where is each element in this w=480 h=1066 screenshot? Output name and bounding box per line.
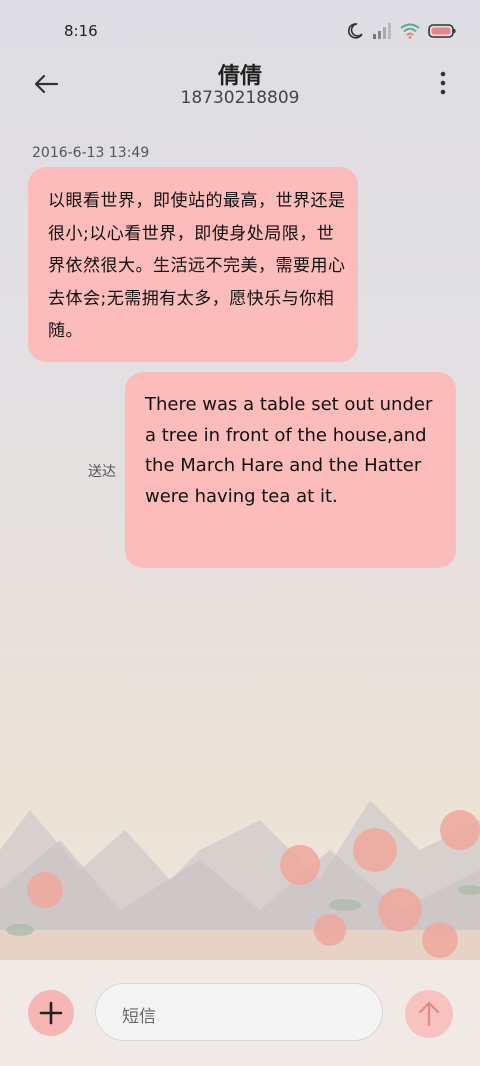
wifi-icon xyxy=(400,23,420,39)
contact-name: 倩倩 xyxy=(217,64,262,89)
send-button[interactable] xyxy=(405,990,453,1038)
wallpaper-scenery xyxy=(0,800,480,960)
conversation-header: 倩倩 18730218809 xyxy=(0,56,480,120)
message-timestamp: 2016-6-13 13:49 xyxy=(32,145,150,161)
outgoing-message-text: There was a table set out under a tree i… xyxy=(145,394,433,507)
contact-number: 18730218809 xyxy=(180,88,300,108)
delivery-status: 送达 xyxy=(88,464,116,480)
arrow-up-icon xyxy=(418,1001,440,1027)
add-attachment-button[interactable] xyxy=(28,990,74,1036)
status-bar: 8:16 xyxy=(0,0,480,62)
battery-icon xyxy=(428,24,456,38)
signal-icon xyxy=(373,23,391,39)
incoming-message-bubble[interactable]: 以眼看世界，即使站的最高，世界还是很小;以心看世界，即使身处局限，世界依然很大。… xyxy=(28,167,358,362)
plus-icon xyxy=(39,1001,63,1025)
incoming-message-text: 以眼看世界，即使站的最高，世界还是很小;以心看世界，即使身处局限，世界依然很大。… xyxy=(48,191,346,341)
moon-icon xyxy=(347,23,363,39)
sms-input-placeholder: 短信 xyxy=(122,1007,156,1027)
more-options-button[interactable] xyxy=(436,70,450,96)
status-icons xyxy=(346,22,456,40)
more-vertical-icon xyxy=(440,71,446,95)
outgoing-message-bubble[interactable]: There was a table set out under a tree i… xyxy=(125,372,456,568)
sms-input[interactable]: 短信 xyxy=(95,983,383,1041)
compose-bar: 短信 xyxy=(0,960,480,1066)
status-time: 8:16 xyxy=(64,22,98,40)
